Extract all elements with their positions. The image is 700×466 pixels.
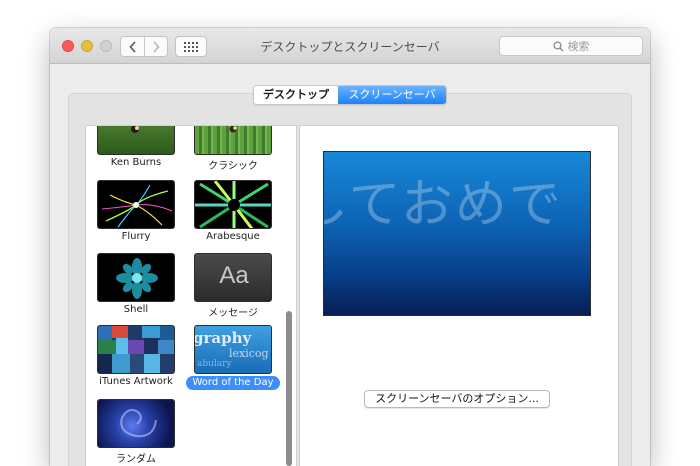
saver-thumb-shell[interactable] (97, 253, 175, 302)
title-bar: デスクトップとスクリーンセーバ 検索 (50, 28, 650, 64)
saver-label-arabesque: Arabesque (206, 231, 260, 242)
window-title: デスクトップとスクリーンセーバ (260, 40, 440, 54)
saver-label-flurry: Flurry (121, 231, 151, 242)
close-button[interactable] (62, 40, 74, 52)
arabesque-thumbnail-icon (195, 181, 271, 228)
search-field[interactable]: 検索 (499, 36, 643, 56)
preview-text: しておめで (324, 175, 563, 235)
forward-icon (153, 40, 160, 53)
saver-label-random: ランダム (116, 454, 156, 465)
shell-thumbnail-icon (116, 258, 158, 299)
list-scrollbar[interactable] (286, 311, 292, 466)
back-button[interactable] (121, 37, 144, 56)
saver-label-classic: クラシック (208, 161, 258, 172)
screen-saver-options-button[interactable]: スクリーンセーバのオプション... (364, 390, 550, 408)
minimize-button[interactable] (81, 40, 93, 52)
back-forward-control (120, 36, 168, 57)
tab-desktop[interactable]: デスクトップ (254, 86, 338, 104)
word-thumb-word-1: graphy (194, 329, 252, 347)
search-icon (552, 40, 563, 51)
tab-control: デスクトップ スクリーンセーバ (253, 85, 447, 105)
saver-thumb-random[interactable] (97, 399, 175, 448)
saver-label-ken-burns: Ken Burns (110, 157, 162, 168)
show-all-button[interactable] (175, 36, 207, 57)
word-thumb-word-3: abulary (197, 359, 232, 369)
show-all-grid-icon (184, 41, 198, 52)
zoom-button[interactable] (100, 40, 112, 52)
forward-button[interactable] (144, 37, 167, 56)
random-thumbnail-icon (120, 409, 157, 438)
saver-thumb-itunes-artwork[interactable] (97, 325, 175, 374)
message-thumb-text: Aa (219, 262, 249, 289)
tab-screen-saver[interactable]: スクリーンセーバ (338, 86, 446, 104)
saver-label-message: メッセージ (208, 308, 258, 319)
classic-thumbnail-icon (229, 126, 237, 133)
saver-label-itunes-artwork: iTunes Artwork (99, 376, 173, 387)
flurry-thumbnail-icon (101, 184, 173, 228)
preferences-window: デスクトップとスクリーンセーバ 検索 デスクトップ スクリーンセーバ Ken B… (50, 28, 650, 466)
saver-label-shell: Shell (123, 304, 149, 315)
itunes-artwork-thumbnail-icon (98, 326, 174, 373)
search-placeholder: 検索 (567, 40, 590, 53)
preview-pane: しておめで スクリーンセーバのオプション... (299, 125, 619, 466)
window-content: デスクトップ スクリーンセーバ Ken Burns クラシック Flurry A… (50, 65, 650, 466)
screen-saver-list[interactable]: Ken Burns クラシック Flurry Arabesque Shell A… (85, 125, 297, 466)
saver-label-word-of-the-day: Word of the Day (186, 376, 280, 390)
ken-burns-thumbnail-icon (131, 126, 139, 133)
saver-thumb-flurry[interactable] (97, 180, 175, 229)
back-icon (128, 40, 136, 53)
saver-thumb-word-of-the-day[interactable]: graphy lexicog abulary (194, 325, 272, 374)
word-thumb-word-2: lexicog (229, 347, 269, 360)
saver-thumb-arabesque[interactable] (194, 180, 272, 229)
saver-thumb-classic[interactable] (194, 126, 272, 155)
saver-thumb-message[interactable]: Aa (194, 253, 272, 302)
screen-saver-preview: しておめで (323, 151, 591, 316)
saver-thumb-ken-burns[interactable] (97, 126, 175, 155)
